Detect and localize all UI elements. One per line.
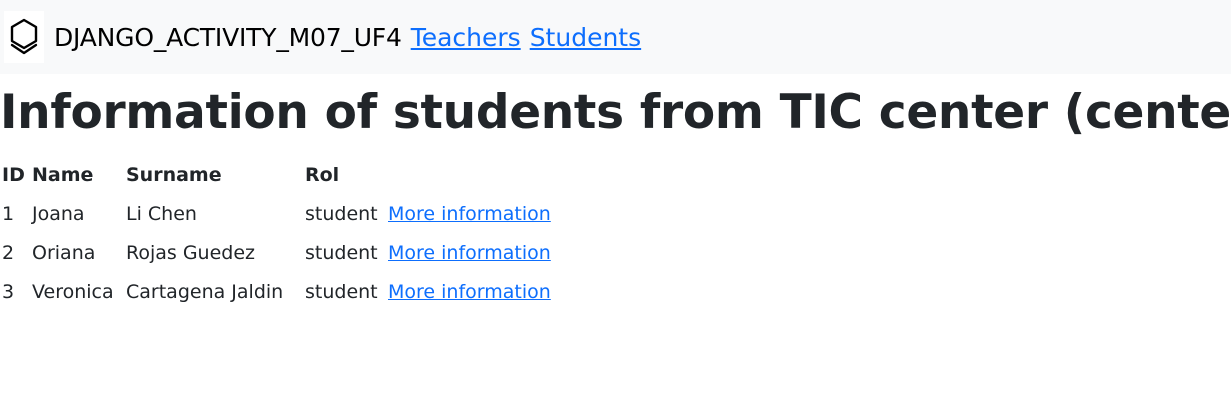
- cell-name: Joana: [32, 202, 85, 225]
- brand-logo[interactable]: [4, 11, 44, 63]
- more-information-link[interactable]: More information: [388, 242, 551, 264]
- page-title: Information of students from TIC center …: [0, 85, 1231, 140]
- table-row: 2 Oriana Rojas Guedez student More infor…: [0, 233, 555, 272]
- cell-actions: More information: [388, 233, 555, 272]
- cell-surname: Rojas Guedez: [126, 241, 256, 264]
- table-row: 1 Joana Li Chen student More information: [0, 194, 555, 233]
- cell-name: Veronica: [32, 280, 114, 303]
- cell-id: 1: [2, 202, 15, 225]
- cell-rol: student: [305, 280, 378, 303]
- header-row: ID Name Surname Rol: [0, 155, 555, 194]
- cell-name: Oriana: [32, 241, 96, 264]
- cell-surname: Li Chen: [126, 202, 197, 225]
- column-header-id: ID: [2, 163, 25, 186]
- nav-link-students[interactable]: Students: [530, 23, 641, 52]
- column-header-actions: [388, 155, 555, 194]
- brand-title[interactable]: DJANGO_ACTIVITY_M07_UF4: [54, 23, 402, 52]
- table-row: 3 Veronica Cartagena Jaldin student More…: [0, 272, 555, 311]
- cell-actions: More information: [388, 194, 555, 233]
- nav-link-teachers[interactable]: Teachers: [411, 23, 521, 52]
- cell-surname: Cartagena Jaldin: [126, 280, 284, 303]
- navbar: DJANGO_ACTIVITY_M07_UF4 Teachers Student…: [0, 0, 1231, 74]
- table-body: 1 Joana Li Chen student More information…: [0, 194, 555, 311]
- cell-id: 3: [2, 280, 15, 303]
- cell-rol: student: [305, 241, 378, 264]
- cell-actions: More information: [388, 272, 555, 311]
- students-table: ID Name Surname Rol 1 Joana Li Chen stud…: [0, 155, 555, 311]
- cell-rol: student: [305, 202, 378, 225]
- column-header-surname: Surname: [126, 163, 222, 186]
- more-information-link[interactable]: More information: [388, 203, 551, 225]
- column-header-name: Name: [32, 163, 94, 186]
- table-header: ID Name Surname Rol: [0, 155, 555, 194]
- hexagon-shield-icon: [10, 18, 38, 55]
- column-header-rol: Rol: [305, 163, 340, 186]
- cell-id: 2: [2, 241, 15, 264]
- more-information-link[interactable]: More information: [388, 281, 551, 303]
